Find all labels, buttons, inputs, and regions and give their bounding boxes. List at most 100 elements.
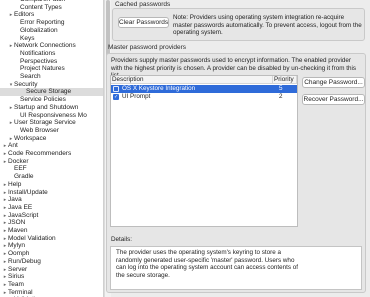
provider-checkbox[interactable]: ✓ — [113, 94, 119, 100]
provider-description: OS X Keystore Integration — [122, 85, 196, 92]
column-description[interactable]: Description — [111, 76, 273, 84]
tree-item-label: Error Reporting — [20, 19, 65, 27]
tree-item[interactable]: ▸ Oomph — [0, 250, 103, 258]
details-label: Details: — [111, 236, 132, 243]
tree-item[interactable]: Gradle — [0, 173, 103, 181]
tree-item[interactable]: ▸ User Storage Service — [0, 119, 103, 127]
tree-item[interactable]: Keys — [0, 34, 103, 43]
master-providers-group: Providers supply master passwords used t… — [106, 53, 366, 293]
tree-item[interactable]: ▸ Server — [0, 265, 103, 274]
tree-item-label: Code Recommenders — [8, 150, 72, 157]
tree-item[interactable]: ▸ Install/Update — [0, 188, 103, 197]
provider-description: UI Prompt — [122, 93, 151, 100]
master-providers-title: Master password providers — [108, 44, 187, 51]
tree-item[interactable]: Perspectives — [0, 57, 103, 66]
cached-passwords-title: Cached passwords — [115, 1, 171, 8]
tree-item[interactable]: ▸ Run/Debug — [0, 257, 103, 266]
tree-item-label: Keys — [20, 34, 35, 42]
tree-item-label: Model Validation — [8, 234, 56, 242]
tree-item[interactable]: ▸ Startup and Shutdown — [0, 103, 103, 112]
tree-item-label: JSON — [8, 219, 26, 227]
provider-checkbox[interactable] — [113, 86, 119, 92]
tree-item-label: Security — [14, 80, 38, 88]
tree-item[interactable]: ▸ Mylyn — [0, 242, 103, 250]
tree-item[interactable]: Content Types — [0, 3, 103, 12]
tree-item-label: Network Connections — [14, 42, 76, 50]
provider-row-ui-prompt[interactable]: ✓ UI Prompt 2 — [111, 93, 297, 101]
tree-item[interactable]: Secure Storage — [0, 88, 103, 97]
tree-item-label: Service Policies — [20, 96, 66, 104]
tree-item-label: Oomph — [8, 250, 30, 258]
tree-item[interactable]: Globalization — [0, 26, 103, 35]
tree-item-label: Install/Update — [8, 188, 48, 196]
tree-item[interactable]: ▸ Java EE — [0, 203, 103, 212]
tree-item[interactable]: ▸ JavaScript — [0, 211, 103, 220]
tree-item-label: Compare/Patch — [20, 0, 65, 3]
tree-item[interactable]: ▸ JSON — [0, 219, 103, 227]
tree-item[interactable]: ▸ Maven — [0, 227, 103, 235]
tree-item-label: Secure Storage — [26, 88, 72, 96]
tree-item[interactable]: ▸ Java — [0, 196, 103, 204]
tree-item-label: UI Responsiveness Mo — [20, 111, 87, 119]
tree-item-label: Terminal — [8, 288, 33, 296]
tree-item-label: Sirius — [8, 273, 25, 281]
tree-item[interactable]: ▸ Model Validation — [0, 234, 103, 243]
tree-item[interactable]: ▸ Docker — [0, 157, 103, 166]
cached-passwords-group: Clear Passwords Note: Providers using op… — [112, 8, 365, 41]
change-password-button[interactable]: Change Password... — [302, 77, 365, 88]
tree-item[interactable]: EEF — [0, 165, 103, 173]
tree-item-label: EEF — [14, 165, 27, 173]
tree-item[interactable]: Service Policies — [0, 96, 103, 104]
tree-item-label: Startup and Shutdown — [14, 103, 79, 111]
column-priority[interactable]: Priority — [273, 76, 297, 84]
provider-priority: 5 — [279, 85, 283, 92]
tree-item[interactable]: Notifications — [0, 49, 103, 58]
provider-row-osx-keystore[interactable]: OS X Keystore Integration 5 — [111, 85, 297, 93]
tree-item-label: Gradle — [14, 173, 34, 181]
tree-item[interactable]: ▸ Team — [0, 280, 103, 289]
clear-passwords-button[interactable]: Clear Passwords — [118, 17, 169, 28]
tree-item-label: Globalization — [20, 26, 58, 34]
tree-item[interactable]: ▸ Ant — [0, 142, 103, 150]
providers-table[interactable]: Description Priority OS X Keystore Integ… — [110, 75, 298, 227]
tree-item-label: Java EE — [8, 203, 33, 211]
tree-item[interactable]: Search — [0, 73, 103, 81]
tree-item-label: Web Browser — [20, 126, 59, 134]
tree-item-label: JavaScript — [8, 211, 39, 219]
tree-item-label: Perspectives — [20, 57, 58, 65]
tree-item-label: Team — [8, 280, 24, 288]
details-text: The provider uses the operating system's… — [116, 249, 299, 279]
tree-item[interactable]: ▸ Network Connections — [0, 42, 103, 50]
tree-item[interactable]: ▸ Workspace — [0, 134, 103, 143]
tree-item-label: Server — [8, 265, 28, 273]
tree-item[interactable]: Web Browser — [0, 126, 103, 135]
tree-item[interactable]: UI Responsiveness Mo — [0, 111, 103, 120]
tree-item[interactable]: ▸ Help — [0, 180, 103, 189]
tree-item[interactable]: Project Natures — [0, 65, 103, 73]
tree-item-label: Java — [8, 196, 22, 204]
tree-item-label: Maven — [8, 227, 28, 234]
tree-item[interactable]: ▸ Sirius — [0, 273, 103, 281]
tree-item[interactable]: ▸ Editors — [0, 11, 103, 19]
tree-item-label: Ant — [8, 142, 18, 150]
tree-item-label: Editors — [14, 11, 35, 19]
tree-item[interactable]: Error Reporting — [0, 19, 103, 27]
tree-item-label: Docker — [8, 157, 29, 165]
recover-password-button[interactable]: Recover Password... — [302, 94, 365, 105]
secure-storage-page: Cached passwords Clear Passwords Note: P… — [106, 0, 370, 297]
tree-item-label: Project Natures — [20, 65, 65, 73]
tree-item-label: Help — [8, 180, 22, 188]
cached-note: Note: Providers using operating system i… — [173, 14, 362, 37]
tree-item[interactable]: ▸ Terminal — [0, 288, 103, 297]
tree-item-label: Content Types — [20, 3, 62, 11]
tree-item-label: Run/Debug — [8, 257, 41, 265]
provider-priority: 2 — [279, 93, 283, 100]
tree-item[interactable]: ▾ Security — [0, 80, 103, 89]
tree-item-label: Search — [20, 73, 41, 80]
tree-item-label: Mylyn — [8, 242, 25, 250]
tree-item-label: User Storage Service — [14, 119, 76, 127]
tree-item-label: Workspace — [14, 134, 47, 142]
tree-item-label: Notifications — [20, 49, 56, 57]
tree-item[interactable]: ▸ Code Recommenders — [0, 150, 103, 158]
preferences-tree[interactable]: Compare/PatchContent Types▸EditorsError … — [0, 0, 104, 297]
